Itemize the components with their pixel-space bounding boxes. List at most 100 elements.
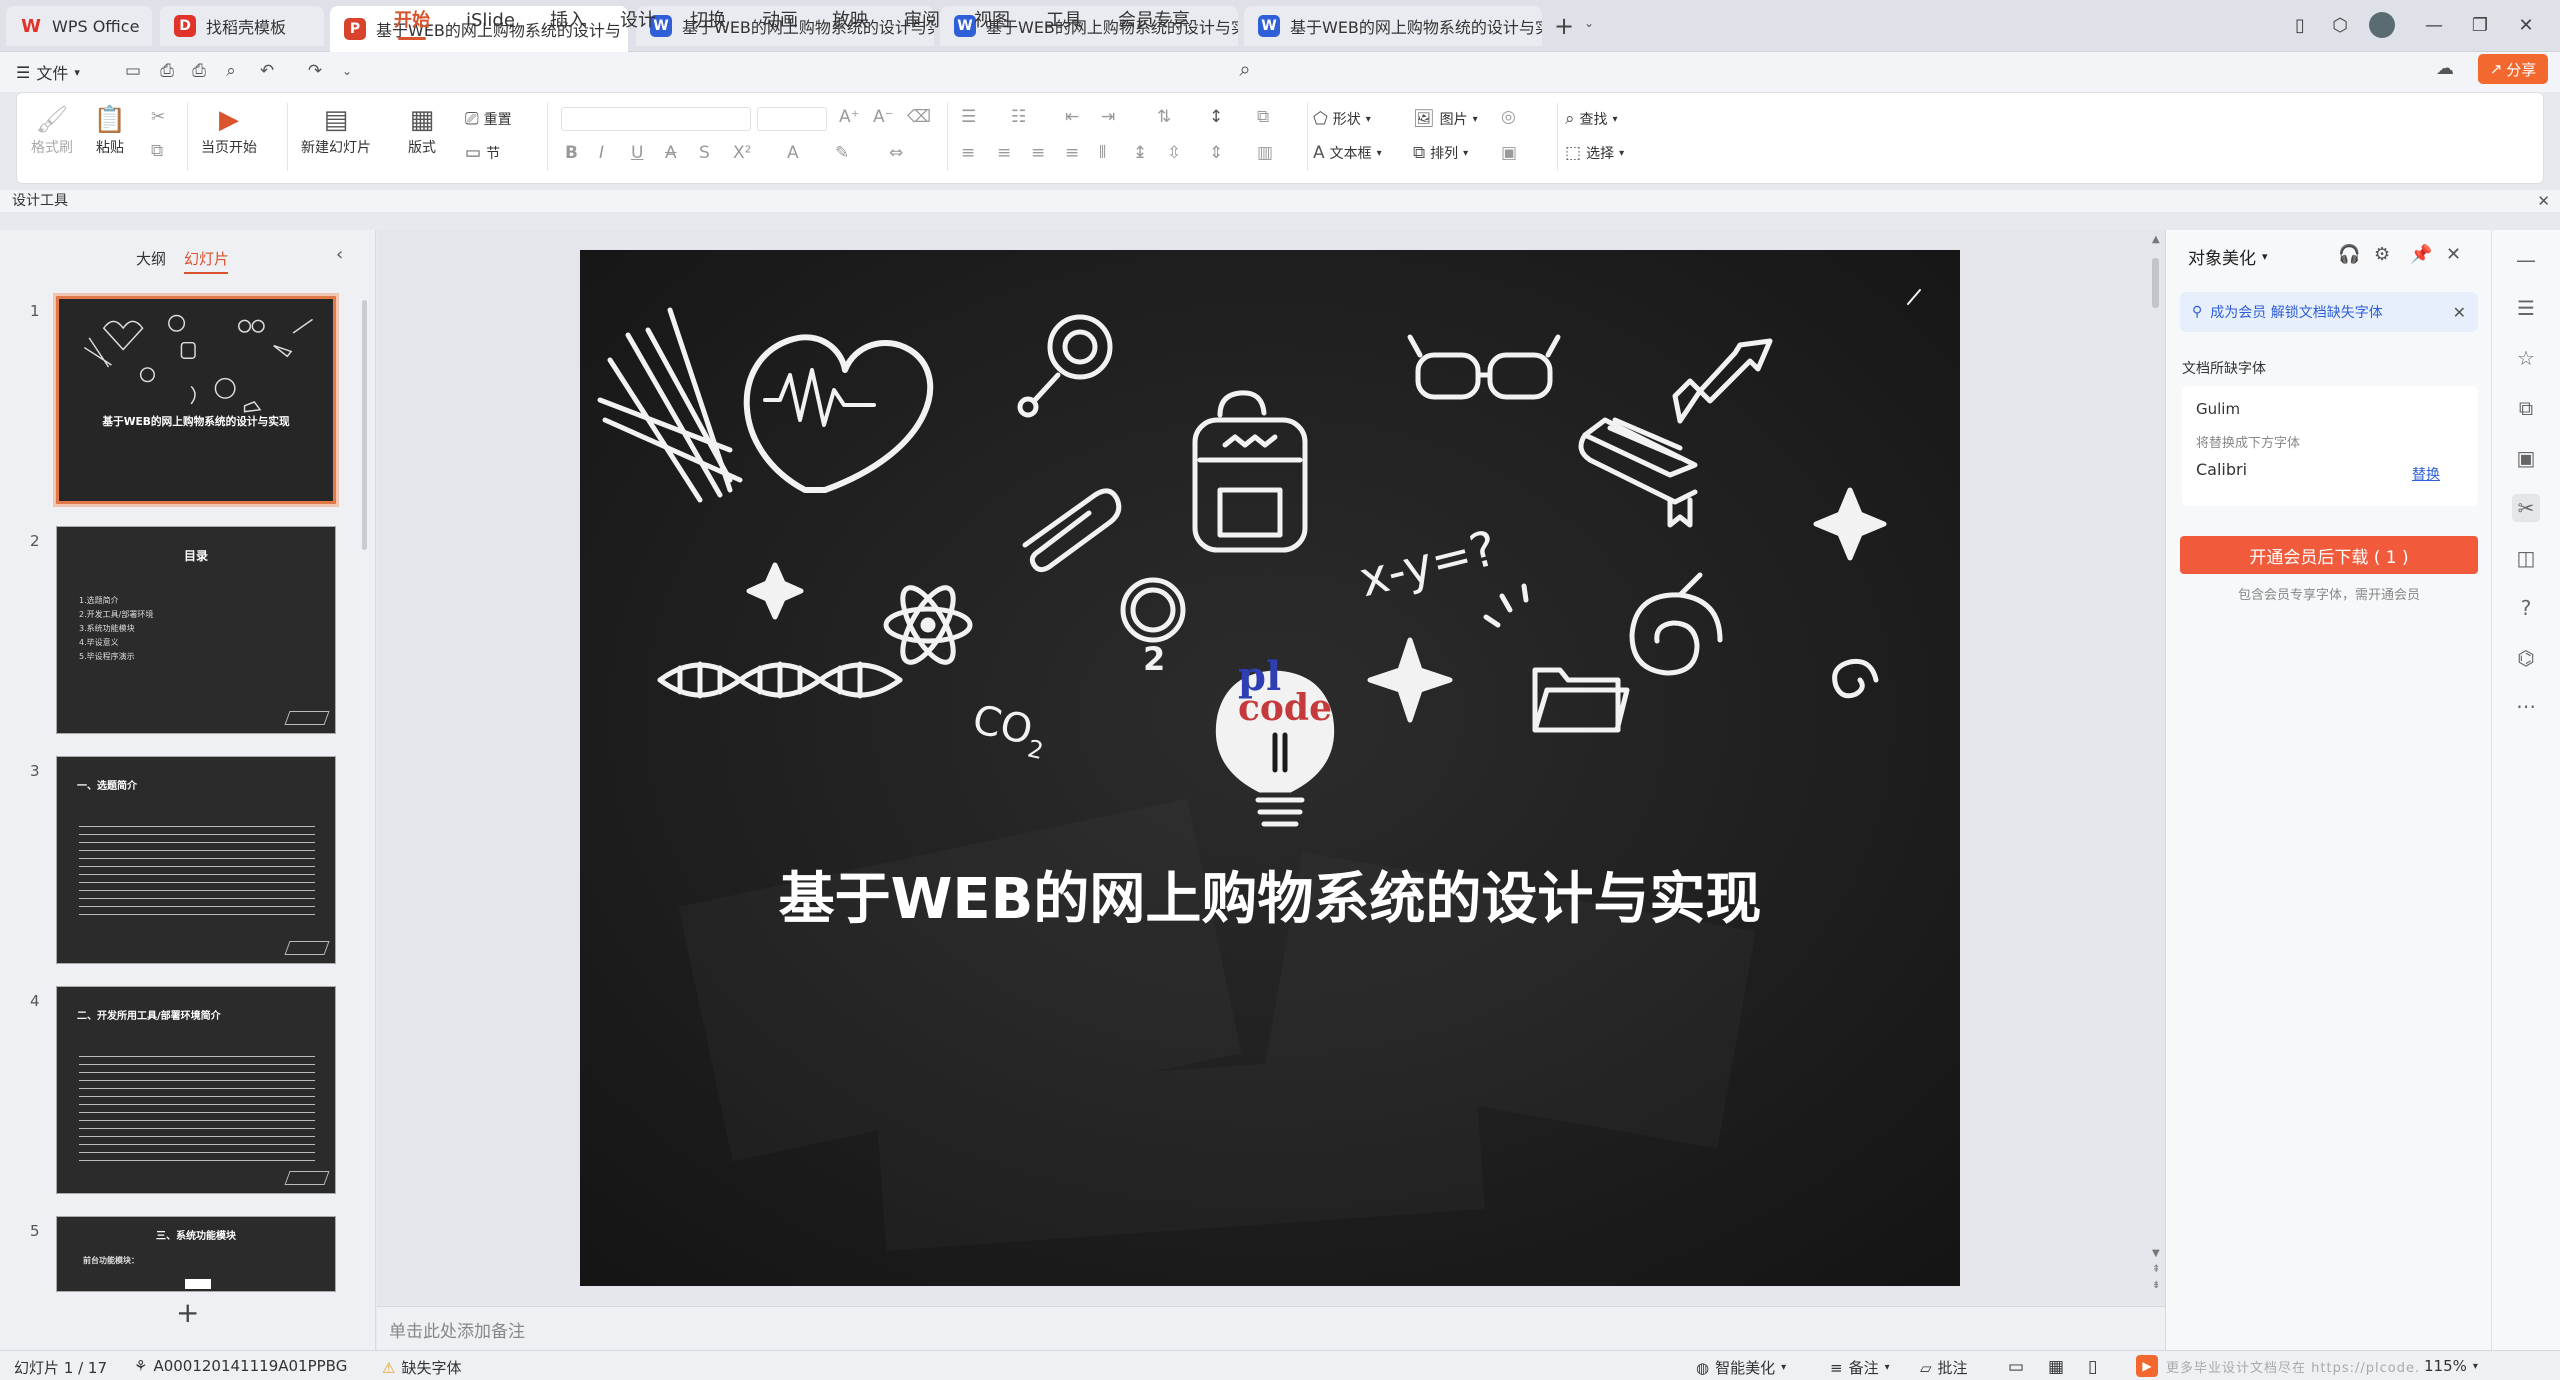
find-button[interactable]: ⌕ 查找 ▾	[1565, 109, 1618, 129]
next-slide-icon[interactable]: ⇟	[2152, 1280, 2160, 1291]
undo-icon[interactable]: ↶	[254, 58, 280, 84]
share-button[interactable]: ↗ 分享	[2478, 54, 2548, 84]
smart-beautify-button[interactable]: ◍ 智能美化 ▾	[1696, 1357, 1786, 1378]
canvas-scrollbar[interactable]: ▲ ▼ ⇞ ⇟	[2149, 234, 2161, 1294]
menu-design[interactable]: 设计	[620, 8, 656, 34]
align-center-icon[interactable]: ≡	[997, 143, 1011, 163]
redo-icon[interactable]: ↷	[302, 58, 328, 84]
decrease-indent-icon[interactable]: ⇤	[1065, 107, 1079, 127]
pin-icon[interactable]: 📌	[2410, 244, 2432, 265]
slide-sorter-icon[interactable]: ▦	[2048, 1357, 2064, 1377]
shape-button[interactable]: ⬠ 形状 ▾	[1313, 109, 1371, 129]
menu-view[interactable]: 视图	[974, 8, 1010, 34]
picture-button[interactable]: 🖼 图片 ▾	[1413, 109, 1478, 129]
slide-thumbnail-5[interactable]: 三、系统功能模块 前台功能模块：	[56, 1216, 336, 1292]
cube-icon[interactable]: ⬡	[2322, 10, 2358, 40]
save-icon[interactable]: ▭	[120, 58, 146, 84]
slide-thumbnail-3[interactable]: 一、选题简介	[56, 756, 336, 964]
collapse-icon[interactable]: —	[2512, 246, 2540, 274]
font-color-icon[interactable]: A	[787, 143, 799, 163]
beautify-tools-icon[interactable]: ✂	[2512, 494, 2540, 522]
textbox-button[interactable]: A 文本框 ▾	[1313, 143, 1382, 163]
cloud-sync-icon[interactable]: ☁	[2436, 58, 2454, 79]
more-icon[interactable]: ⋯	[2512, 692, 2540, 720]
image-edit-icon[interactable]: ▣	[2512, 444, 2540, 472]
shrink-font-icon[interactable]: A⁻	[873, 107, 894, 127]
shadow-text-icon[interactable]: S	[699, 143, 710, 163]
add-slide-button[interactable]: +	[176, 1296, 199, 1329]
menu-start[interactable]: 开始	[394, 8, 430, 40]
prev-slide-icon[interactable]: ⇞	[2152, 1264, 2160, 1275]
vertical-align-icon[interactable]: ⇳	[1167, 143, 1181, 163]
menu-insert[interactable]: 插入	[550, 8, 586, 34]
help-icon[interactable]: ?	[2512, 594, 2540, 622]
copy-layers-icon[interactable]: ⧉	[2512, 394, 2540, 422]
close-icon[interactable]: ✕	[2537, 190, 2550, 212]
reset-button[interactable]: ⎚ 重置	[465, 109, 512, 129]
print-icon[interactable]: ⎙	[186, 58, 212, 84]
outline-icon[interactable]: ▣	[1501, 143, 1517, 163]
bold-icon[interactable]: B	[565, 143, 578, 163]
slide-1[interactable]: x-y=? CO2 2 pl code 基于WEB的网上购物系统的设计与实现	[580, 250, 1960, 1286]
layout-button[interactable]: ▦ 版式	[405, 103, 439, 157]
slide-thumbnail-1[interactable]: 基于WEB的网上购物系统的设计与实现	[53, 293, 339, 507]
line-spacing-icon[interactable]: ↨	[1133, 143, 1147, 163]
clear-format-icon[interactable]: ⌫	[907, 107, 931, 127]
notes-pane[interactable]: 单击此处添加备注	[377, 1306, 2167, 1350]
close-panel-icon[interactable]: ✕	[2446, 244, 2461, 265]
format-painter-button[interactable]: 🖌 格式刷	[31, 103, 73, 157]
tab-docer-templates[interactable]: D 找稻壳模板	[160, 6, 324, 46]
file-menu[interactable]: ☰ 文件 ▾	[16, 60, 80, 84]
increase-indent-icon[interactable]: ⇥	[1101, 107, 1115, 127]
scrollbar-thumb[interactable]	[2152, 258, 2159, 308]
grow-font-icon[interactable]: A⁺	[839, 107, 860, 127]
cut-icon[interactable]: ✂	[151, 107, 165, 127]
highlight-icon[interactable]: ✎	[835, 143, 849, 163]
numbered-list-icon[interactable]: ☷	[1011, 107, 1026, 127]
close-window-icon[interactable]: ✕	[2508, 10, 2544, 40]
fill-icon[interactable]: ◎	[1501, 107, 1516, 127]
menu-review[interactable]: 审阅	[904, 8, 940, 34]
puzzle-icon[interactable]: ⌬	[2512, 644, 2540, 672]
columns-icon[interactable]: ▥	[1257, 143, 1273, 163]
reading-view-icon[interactable]: ▯	[2088, 1357, 2097, 1377]
menu-tools[interactable]: 工具	[1046, 8, 1082, 34]
avatar[interactable]	[2364, 10, 2400, 40]
restore-icon[interactable]: ❐	[2462, 10, 2498, 40]
section-button[interactable]: ▭ 节	[465, 143, 500, 163]
normal-view-icon[interactable]: ▭	[2008, 1357, 2024, 1377]
zoom-control[interactable]: 115% ▾	[2420, 1357, 2482, 1375]
menu-slideshow[interactable]: 放映	[832, 8, 868, 34]
copy-icon[interactable]: ⧉	[151, 141, 163, 161]
play-from-current-button[interactable]: ▶ 当页开始	[201, 103, 257, 157]
new-tab-button[interactable]: +	[1554, 12, 1574, 40]
tab-slides[interactable]: 幻灯片	[184, 248, 229, 269]
text-direction-icon[interactable]: ⇅	[1157, 107, 1171, 127]
align-right-icon[interactable]: ≡	[1031, 143, 1045, 163]
convert-smartart-icon[interactable]: ⧉	[1257, 107, 1269, 127]
scroll-down-icon[interactable]: ▼	[2152, 1248, 2160, 1259]
tab-outline[interactable]: 大纲	[136, 248, 166, 269]
book-open-icon[interactable]: ◫	[2512, 544, 2540, 572]
chevron-down-icon[interactable]: ⌄	[334, 58, 360, 84]
headset-icon[interactable]: 🎧	[2338, 244, 2360, 265]
tab-wps-office[interactable]: W WPS Office	[6, 6, 152, 46]
export-pdf-icon[interactable]: ⎙	[154, 58, 180, 84]
italic-icon[interactable]: I	[599, 143, 604, 163]
para-spacing-icon[interactable]: ⇕	[1209, 143, 1223, 163]
replace-link[interactable]: 替换	[2412, 464, 2440, 484]
download-with-membership-button[interactable]: 开通会员后下载 ( 1 )	[2180, 536, 2478, 574]
play-slideshow-button[interactable]: ▶	[2136, 1355, 2158, 1377]
font-size-select[interactable]	[757, 107, 827, 131]
font-family-select[interactable]	[561, 107, 751, 131]
gear-icon[interactable]: ⚙	[2374, 244, 2390, 265]
collapse-panel-icon[interactable]: ‹	[336, 244, 343, 265]
star-icon[interactable]: ☆	[2512, 344, 2540, 372]
close-icon[interactable]: ✕	[2453, 303, 2466, 322]
align-left-icon[interactable]: ≡	[961, 143, 975, 163]
paste-button[interactable]: 📋 粘贴	[93, 103, 127, 157]
strikethrough-icon[interactable]: A	[665, 143, 677, 163]
notes-toggle[interactable]: ≡ 备注 ▾	[1830, 1357, 1890, 1378]
slide-thumbnail-2[interactable]: 目录 1.选题简介 2.开发工具/部署环境 3.系统功能模块 4.毕设意义 5.…	[56, 526, 336, 734]
menu-transition[interactable]: 切换	[690, 8, 726, 34]
